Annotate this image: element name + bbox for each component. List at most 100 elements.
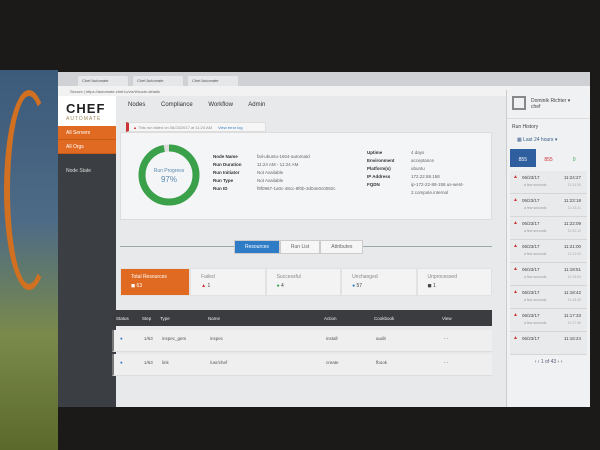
col-action[interactable]: Action — [324, 316, 337, 321]
run-failed-alert: ▲ This run failed on 06/23/2017 at 11:24… — [126, 122, 266, 132]
table-row[interactable]: ● 1/63 inspec_gem inspec install audit - - — [112, 330, 492, 352]
field-label: Run Type — [213, 178, 234, 183]
browser-tab[interactable]: Chef Automate — [188, 76, 238, 86]
run-date: 06/23/17 — [522, 313, 540, 318]
run-ago: a few seconds — [524, 183, 547, 187]
view-error-log-link[interactable]: View error log — [218, 125, 243, 130]
sidebar-item-all-servers[interactable]: All Servers — [58, 126, 116, 140]
run-time: 11:22:09 — [563, 221, 581, 226]
run-end-time: 11:18:45 — [567, 298, 581, 302]
field-value: ubuntu — [411, 166, 425, 171]
unchanged-icon: ● — [352, 283, 356, 289]
col-cookbook[interactable]: Cookbook — [374, 316, 394, 321]
warning-icon: ▲ — [513, 243, 518, 249]
next-page-icon[interactable]: › › — [558, 359, 563, 365]
field-row: Uptime 4 days — [367, 149, 487, 157]
run-end-time: 11:17:36 — [567, 321, 581, 325]
tab-resources[interactable]: Resources — [234, 240, 280, 254]
field-value: fail-ubuntu-1604-automatd — [257, 154, 310, 159]
stat-total[interactable]: Total Resources ◼ 63 — [120, 268, 191, 296]
col-status[interactable]: Status — [116, 316, 129, 321]
count-all[interactable]: 855 — [510, 149, 536, 167]
count-failed[interactable]: 855 — [536, 149, 562, 167]
browser-tab[interactable]: Chef Automate — [78, 76, 128, 86]
node-details-card: Run Progress 97% Node Name fail-ubuntu-16… — [120, 132, 492, 220]
field-row: Node Name fail-ubuntu-1604-automatd — [213, 153, 361, 161]
field-value: Not Available — [257, 170, 284, 175]
col-type[interactable]: Type — [160, 316, 170, 321]
table-cell: - - — [444, 360, 449, 365]
stat-value: ◼ 63 — [131, 283, 143, 289]
run-end-time: 11:19:54 — [567, 275, 581, 279]
run-history-item[interactable]: ▲ 06/23/17 11:23:18 a few seconds 11:23:21 — [510, 194, 587, 217]
prev-page-icon[interactable]: ‹ ‹ — [535, 359, 540, 365]
stat-number: 63 — [136, 283, 143, 289]
table-cell: create — [326, 360, 339, 365]
table-cell: inspec_gem — [162, 336, 187, 341]
run-progress-donut: Run Progress 97% — [138, 144, 200, 206]
nav-compliance[interactable]: Compliance — [161, 102, 193, 108]
table-header: Status Step Type Name Action Cookbook Vi… — [112, 310, 492, 326]
field-row: Run ID f9f0967-1a0c-48cc-9f0b-3d04e0c0082… — [213, 185, 361, 193]
run-end-time: 11:24:30 — [567, 183, 581, 187]
field-label: Platform(s) — [367, 166, 391, 171]
browser-tab[interactable]: Chef Automate — [133, 76, 183, 86]
node-fields: Uptime 4 days Environment acceptance Platfor… — [367, 149, 487, 197]
table-cell: /usr/chef — [210, 360, 228, 365]
field-value: acceptance — [411, 158, 435, 163]
col-name[interactable]: Name — [208, 316, 220, 321]
stat-label: Total Resources — [131, 274, 167, 280]
run-ago: a few seconds — [524, 206, 547, 210]
warning-icon: ▲ — [513, 197, 518, 203]
stat-label: Unchanged — [352, 274, 378, 280]
status-icon: ● — [120, 336, 123, 341]
run-history-item[interactable]: ▲ 06/23/17 11:18:42 a few seconds 11:18:45 — [510, 286, 587, 309]
run-history-item[interactable]: ▲ 06/23/17 11:17:33 a few seconds 11:17:36 — [510, 309, 587, 332]
run-ago: a few seconds — [524, 321, 547, 325]
run-history-item[interactable]: ▲ 06/23/17 11:16:24 — [510, 332, 587, 355]
count-success[interactable]: 0 — [561, 149, 587, 167]
col-view[interactable]: View — [442, 316, 452, 321]
nav-workflow[interactable]: Workflow — [208, 102, 233, 108]
field-label: Node Name — [213, 154, 238, 159]
field-row: FQDN ip-172-22-88-158.us-west-2.compute.i… — [367, 181, 487, 197]
warning-icon: ▲ — [513, 174, 518, 180]
time-range-select[interactable]: ▦ Last 24 hours ▾ — [507, 135, 590, 145]
warning-icon: ▲ — [513, 220, 518, 226]
field-value: 4 days — [411, 150, 425, 155]
table-cell: install — [326, 336, 338, 341]
table-cell: audit — [376, 336, 386, 341]
browser-window: Chef Automate Chef Automate Chef Automat… — [58, 72, 590, 407]
stat-successful[interactable]: Successful ● 4 — [265, 268, 342, 296]
stat-number: 1 — [433, 283, 436, 289]
chef-logo[interactable]: CHEF AUTOMATE — [58, 96, 116, 126]
tab-attributes[interactable]: Attributes — [320, 240, 364, 254]
field-row: Run Initiator Not Available — [213, 169, 361, 177]
run-ago: a few seconds — [524, 298, 547, 302]
stat-value: ● 57 — [352, 283, 405, 289]
run-time: 11:16:24 — [563, 336, 581, 341]
tab-run-list[interactable]: Run List — [279, 240, 321, 254]
chevron-down-icon: ▾ — [567, 98, 571, 104]
sidebar-item-all-orgs[interactable]: All Orgs — [58, 140, 116, 154]
stat-label: Successful — [276, 274, 301, 280]
table-row[interactable]: ● 1/63 link/usr/chef create fbook - - — [112, 354, 492, 376]
stat-unprocessed[interactable]: Unprocessed ◼ 1 — [416, 268, 492, 296]
run-history-item[interactable]: ▲ 06/23/17 11:19:51 a few seconds 11:19:54 — [510, 263, 587, 286]
warning-icon: ▲ — [201, 283, 207, 289]
stat-failed[interactable]: Failed ▲ 1 — [190, 268, 266, 296]
user-org: chef — [531, 104, 541, 110]
run-history-item[interactable]: ▲ 06/23/17 11:22:09 a few seconds 11:22:12 — [510, 217, 587, 240]
field-value: f9f0967-1a0c-48cc-9f0b-3d04e0c0082c — [257, 186, 336, 191]
alert-text: This run failed on 06/23/2017 at 11:24 A… — [138, 125, 212, 130]
run-history-item[interactable]: ▲ 06/23/17 11:24:27 a few seconds 11:24:30 — [510, 171, 587, 194]
stat-unchanged[interactable]: Unchanged ● 57 — [341, 268, 417, 296]
top-nav: Nodes Compliance Workflow Admin — [128, 102, 279, 108]
user-menu[interactable]: Dominik Richter ▾ chef — [507, 90, 590, 119]
nav-nodes[interactable]: Nodes — [128, 102, 145, 108]
run-date: 06/23/17 — [522, 244, 540, 249]
run-history-item[interactable]: ▲ 06/23/17 11:21:00 a few seconds 11:21:03 — [510, 240, 587, 263]
col-step[interactable]: Step — [142, 316, 151, 321]
sidebar-item-node-state[interactable]: Node State — [58, 154, 116, 188]
nav-admin[interactable]: Admin — [248, 102, 265, 108]
